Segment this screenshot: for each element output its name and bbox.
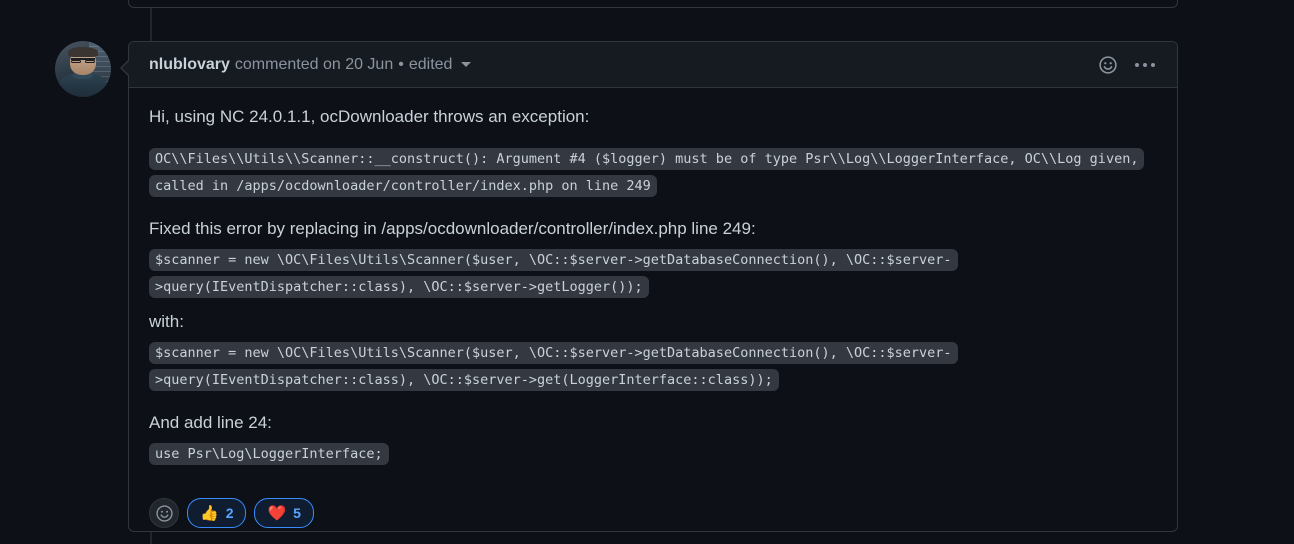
edited-label[interactable]: edited [409, 56, 453, 74]
new-code-block: $scanner = new \OC\Files\Utils\Scanner($… [149, 340, 1157, 394]
add-line-paragraph: And add line 24: [149, 412, 272, 432]
error-code-text: OC\\Files\\Utils\\Scanner::__construct()… [149, 147, 1145, 197]
heart-icon: ❤️ [267, 504, 287, 522]
kebab-menu-icon[interactable] [1133, 59, 1157, 71]
use-statement-text: use Psr\Log\LoggerInterface; [149, 443, 389, 465]
thumbs-up-count: 2 [225, 505, 234, 521]
comment-header-actions [1097, 54, 1165, 76]
avatar-image [55, 41, 111, 97]
use-statement-block: use Psr\Log\LoggerInterface; [149, 441, 1157, 468]
comment-author-link[interactable]: nlublovary [149, 56, 230, 74]
error-code-block: OC\\Files\\Utils\\Scanner::__construct()… [149, 146, 1157, 200]
old-code-text: $scanner = new \OC\Files\Utils\Scanner($… [149, 249, 958, 298]
comment-card: nlublovary commented on 20 Jun • edited [128, 41, 1178, 532]
comment-byline: nlublovary commented on 20 Jun • edited [149, 55, 472, 74]
avatar[interactable] [55, 41, 111, 97]
heart-count: 5 [293, 505, 301, 521]
reaction-heart[interactable]: ❤️ 5 [254, 498, 314, 528]
byline-separator: • [398, 55, 404, 73]
previous-comment-bottom-edge [128, 0, 1178, 8]
with-label: with: [149, 312, 184, 331]
comment-body: Hi, using NC 24.0.1.1, ocDownloader thro… [129, 88, 1177, 468]
comment-pointer-arrow-fill [122, 60, 130, 76]
add-reaction-button[interactable] [149, 498, 179, 528]
smiley-icon[interactable] [1097, 54, 1119, 76]
old-code-block: $scanner = new \OC\Files\Utils\Scanner($… [149, 247, 1157, 301]
fix-paragraph: Fixed this error by replacing in /apps/o… [149, 218, 756, 238]
thumbs-up-icon: 👍 [200, 504, 219, 522]
comment-header: nlublovary commented on 20 Jun • edited [129, 42, 1177, 88]
github-comment-page: nlublovary commented on 20 Jun • edited [0, 0, 1294, 544]
reaction-thumbs-up[interactable]: 👍 2 [187, 498, 247, 528]
intro-paragraph: Hi, using NC 24.0.1.1, ocDownloader thro… [149, 107, 590, 126]
new-code-text: $scanner = new \OC\Files\Utils\Scanner($… [149, 341, 958, 391]
reactions-bar: 👍 2 ❤️ 5 [129, 484, 1177, 531]
comment-timestamp: commented on 20 Jun [234, 55, 394, 73]
chevron-down-icon[interactable] [461, 61, 472, 67]
